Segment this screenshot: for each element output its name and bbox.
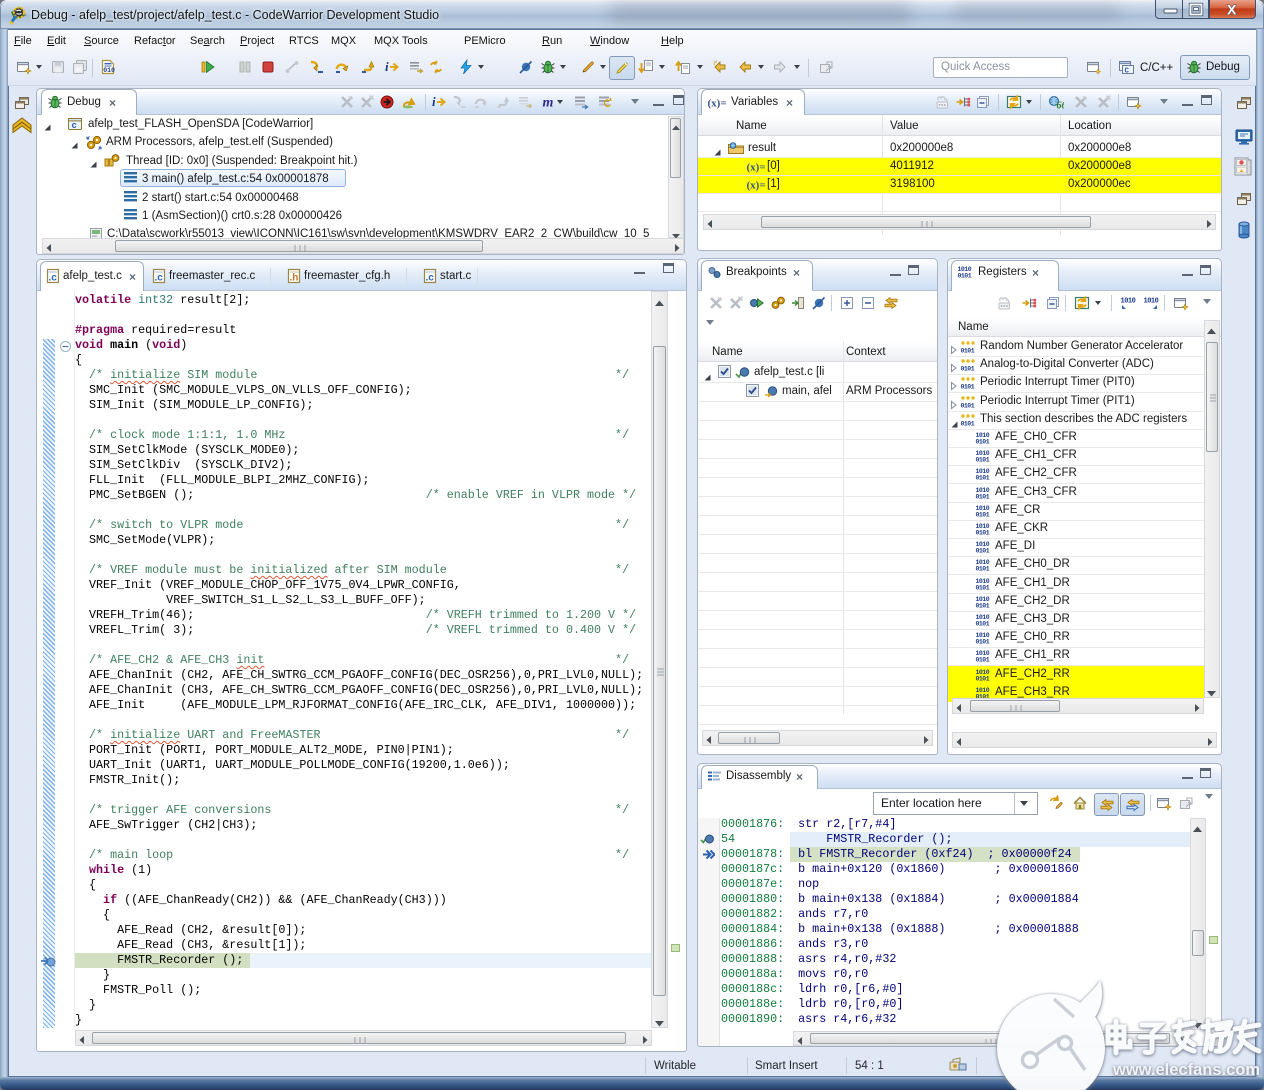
svg-text:0101: 0101 bbox=[976, 494, 990, 501]
svg-text:0101: 0101 bbox=[976, 639, 990, 646]
svg-text:i: i bbox=[432, 94, 436, 109]
svg-text:.c: .c bbox=[426, 273, 435, 284]
svg-text:.c: .c bbox=[155, 273, 164, 284]
svg-text:0101: 0101 bbox=[976, 657, 990, 664]
svg-text:0101: 0101 bbox=[976, 676, 990, 683]
svg-text:.c: .c bbox=[49, 273, 58, 284]
svg-text:C: C bbox=[1125, 68, 1130, 76]
svg-text:0101: 0101 bbox=[976, 566, 990, 573]
svg-text:0101: 0101 bbox=[976, 548, 990, 555]
svg-text:(x)=: (x)= bbox=[747, 162, 766, 174]
svg-text:0101: 0101 bbox=[976, 530, 990, 537]
svg-text:0101: 0101 bbox=[961, 348, 975, 355]
svg-text:0101: 0101 bbox=[961, 384, 975, 391]
svg-text:010: 010 bbox=[103, 67, 115, 74]
svg-text:0101: 0101 bbox=[961, 366, 975, 373]
svg-text:0101: 0101 bbox=[958, 273, 972, 280]
svg-text:X: X bbox=[1227, 2, 1237, 18]
svg-text:0101: 0101 bbox=[961, 421, 975, 428]
svg-text:0101: 0101 bbox=[976, 439, 990, 446]
svg-text:0101: 0101 bbox=[961, 403, 975, 410]
svg-text:0101: 0101 bbox=[976, 475, 990, 482]
svg-text:0101: 0101 bbox=[976, 621, 990, 628]
svg-text:1010: 1010 bbox=[1121, 298, 1136, 306]
svg-text:0101: 0101 bbox=[976, 603, 990, 610]
svg-text:i: i bbox=[385, 59, 389, 74]
svg-text:m: m bbox=[543, 96, 554, 111]
svg-text:.h: .h bbox=[290, 273, 299, 284]
svg-text:66: 66 bbox=[1057, 101, 1065, 111]
svg-text:0101: 0101 bbox=[976, 457, 990, 464]
svg-text:0101: 0101 bbox=[976, 512, 990, 519]
svg-text:1010: 1010 bbox=[1144, 298, 1159, 306]
svg-text:(x)=: (x)= bbox=[747, 180, 766, 192]
svg-text:(x)=: (x)= bbox=[708, 98, 727, 110]
svg-text:c: c bbox=[72, 121, 77, 131]
svg-text:0101: 0101 bbox=[976, 585, 990, 592]
